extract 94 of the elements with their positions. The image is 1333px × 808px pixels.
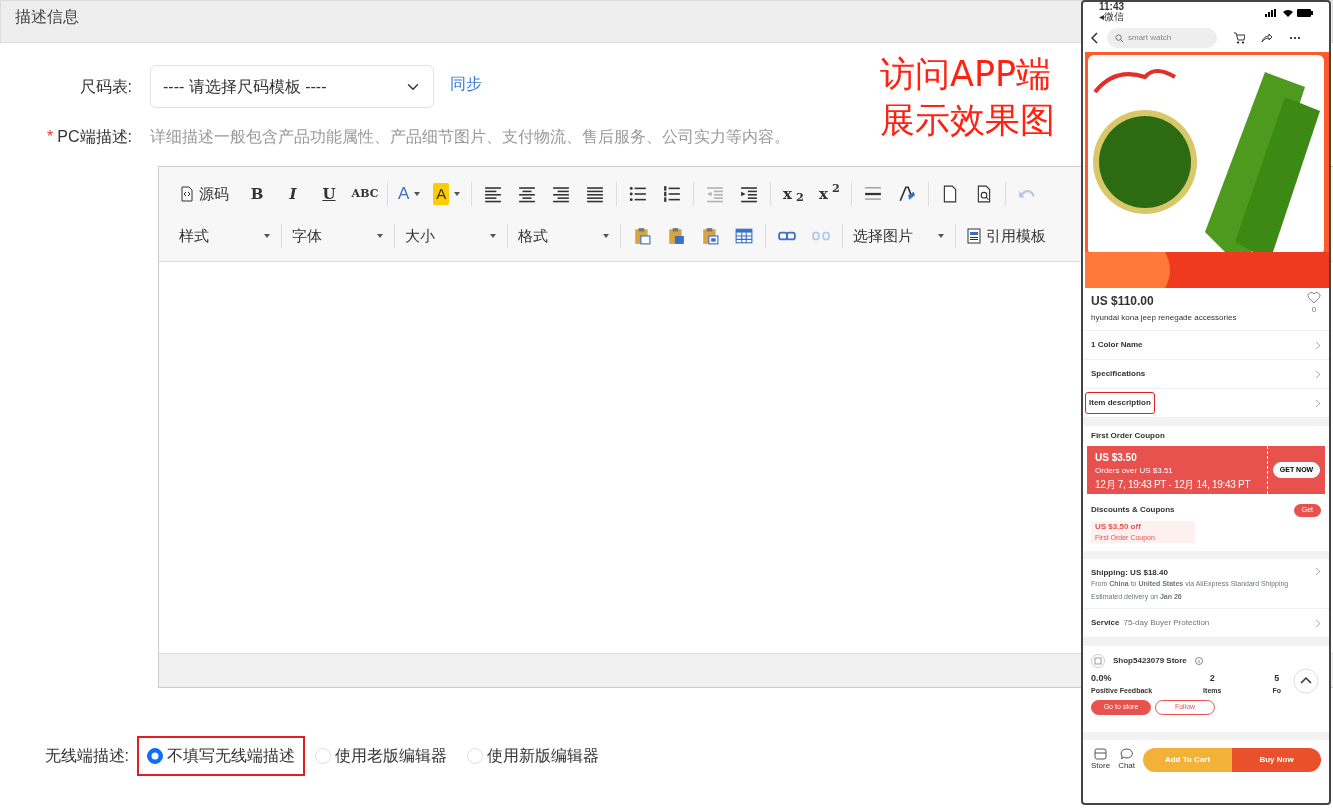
caret-icon (263, 233, 271, 239)
horizontal-rule-icon[interactable] (864, 185, 883, 203)
caret-icon (376, 233, 384, 239)
dropdown-button[interactable]: 格式 (512, 222, 616, 250)
format-painter-icon[interactable] (898, 185, 917, 203)
store-icon (1091, 654, 1105, 668)
dropdown-button[interactable]: 选择图片 (847, 222, 951, 250)
source-code-icon (179, 186, 195, 202)
justify-icon[interactable] (586, 185, 605, 203)
caret-icon (489, 233, 497, 239)
coupon-condition: Orders over US $3.51 (1095, 465, 1174, 477)
stat-value: 5 (1274, 672, 1280, 685)
store-name: Shop5423079 Store (1113, 655, 1187, 667)
format-button[interactable]: x$_{2}$ (775, 180, 812, 208)
sync-link[interactable]: 同步 (450, 71, 482, 96)
dropdown-button[interactable]: 字体 (286, 222, 390, 250)
detail-label: Item description (1085, 392, 1155, 414)
toolbar-button[interactable]: 源码 (173, 180, 235, 208)
align-center-icon[interactable] (518, 185, 537, 203)
detail-label: 1 Color Name (1091, 339, 1143, 351)
chevron-icon (1315, 618, 1321, 628)
coupon-amount: US $3.50 (1095, 451, 1138, 465)
align-right-icon[interactable] (552, 185, 571, 203)
shipping-heading: Shipping: US $18.40 (1091, 567, 1168, 579)
caret-icon (413, 191, 422, 197)
service-row[interactable]: Service 75-day Buyer Protection (1083, 608, 1329, 638)
clipboard-icon[interactable] (667, 227, 685, 245)
toolbar-button[interactable]: 引用模板 (960, 222, 1052, 250)
field-label: PC端描述: (57, 127, 132, 147)
buy-now-button[interactable]: Buy Now (1232, 748, 1321, 772)
format-button[interactable]: x$^{2}$ (811, 180, 848, 208)
detail-row[interactable]: 1 Color Name (1083, 331, 1329, 360)
heart-icon[interactable] (1307, 292, 1321, 304)
chevron-icon (1315, 567, 1321, 576)
detail-row[interactable]: Specifications (1083, 360, 1329, 389)
numbered-list-icon[interactable] (663, 185, 682, 203)
radio-label[interactable]: 不填写无线端描述 (167, 744, 295, 768)
field-label: 尺码表: (78, 76, 133, 97)
document-icon (966, 228, 982, 244)
annotation-text: 展示效果图 (880, 98, 1055, 142)
battery-icon (1297, 9, 1313, 17)
search-icon (1115, 33, 1124, 43)
back-app-text: ◂微信 (1099, 12, 1125, 22)
store-icon[interactable] (1094, 748, 1108, 760)
required-mark: * (47, 127, 54, 147)
scroll-top-icon[interactable] (1293, 668, 1319, 694)
annotation-text: 访问APP端 (880, 53, 1053, 96)
template-select[interactable]: ---- 请选择尺码模板 ---- (150, 65, 434, 108)
indent-icon[interactable] (740, 185, 759, 203)
share-icon[interactable] (1261, 32, 1273, 44)
wifi-icon (1283, 9, 1293, 17)
chevron-icon (1315, 369, 1321, 379)
info-icon (1194, 657, 1203, 665)
section-heading: Discounts & Coupons (1091, 504, 1175, 516)
caret-icon (602, 233, 610, 239)
bottom-bar-label: Chat (1118, 760, 1136, 772)
stat-value: 2 (1209, 672, 1215, 685)
stat-value: 0.0% (1091, 672, 1112, 685)
chevron-icon (1315, 340, 1321, 350)
caret-icon (937, 233, 945, 239)
dropdown-button[interactable]: 样式 (173, 222, 277, 250)
service-label: Service (1091, 617, 1120, 629)
radio-button[interactable] (147, 748, 163, 764)
radio-label[interactable]: 使用新版编辑器 (487, 744, 599, 768)
clipboard-icon[interactable] (701, 227, 719, 245)
product-title: hyundai kona jeep renegade accessories (1083, 312, 1329, 331)
align-left-icon[interactable] (484, 185, 503, 203)
price: US $110.00 (1091, 293, 1154, 310)
highlight-button[interactable]: A (427, 180, 468, 208)
coupon-period: 12月 7, 19:43 PT - 12月 14, 19:43 PT (1095, 478, 1252, 492)
offer-amount: US $3.50 off (1095, 520, 1142, 533)
radio-label[interactable]: 使用老版编辑器 (335, 744, 447, 768)
format-button[interactable]: ABC (347, 180, 383, 208)
cart-icon[interactable] (1233, 32, 1245, 44)
format-button[interactable]: U (311, 180, 347, 208)
format-button[interactable]: I (275, 180, 311, 208)
dropdown-button[interactable]: 大小 (399, 222, 503, 250)
service-value: 75-day Buyer Protection (1123, 617, 1210, 629)
detail-label: Specifications (1091, 368, 1146, 380)
back-icon[interactable] (1091, 32, 1099, 44)
clipboard-icon[interactable] (633, 227, 651, 245)
format-button[interactable]: B (239, 180, 275, 208)
bullet-list-icon[interactable] (629, 185, 648, 203)
signal-icon (1265, 9, 1279, 17)
chevron-icon (1315, 398, 1321, 408)
table-icon[interactable] (735, 227, 753, 245)
chat-icon[interactable] (1120, 748, 1134, 760)
bottom-bar-label: Store (1091, 760, 1111, 772)
field-label: 无线端描述: (43, 746, 130, 766)
hint-text: 详细描述一般包含产品功能属性、产品细节图片、支付物流、售后服务、公司实力等内容。 (150, 127, 790, 147)
status-time: 11:43 (1099, 2, 1125, 12)
text-color-button[interactable]: A (392, 180, 428, 208)
caret-icon (453, 191, 462, 197)
section-heading: First Order Coupon (1091, 430, 1166, 442)
